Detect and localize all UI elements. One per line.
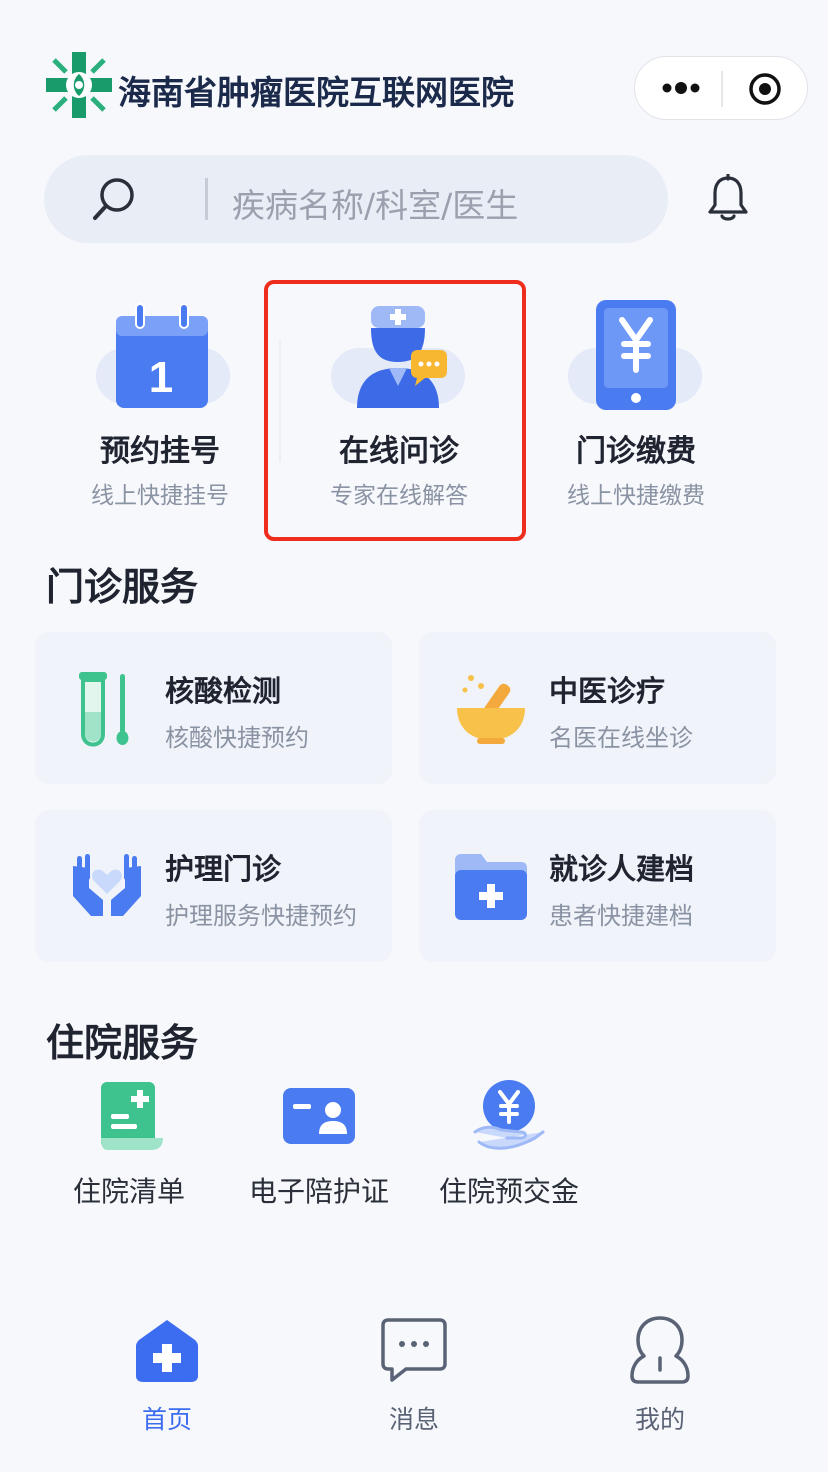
service-card-subtitle: 护理服务快捷预约 (165, 902, 357, 930)
section-title-outpatient: 门诊服务 (46, 565, 199, 609)
tab-label: 消息 (388, 1405, 439, 1434)
capsule-divider (721, 71, 723, 107)
hospital-logo-icon (46, 52, 112, 118)
tab-messages[interactable]: 消息 (334, 1310, 494, 1440)
more-icon[interactable] (661, 73, 701, 103)
home-icon (136, 1320, 198, 1382)
search-divider (205, 178, 208, 220)
quick-entry-register[interactable]: 1 预约挂号 线上快捷挂号 (60, 290, 260, 520)
inpatient-item-list[interactable]: 住院清单 (34, 1070, 224, 1210)
inpatient-item-escort-card[interactable]: 电子陪护证 (224, 1070, 414, 1210)
mortar-icon (457, 675, 525, 744)
message-icon (381, 1318, 447, 1382)
list-scroll-icon (101, 1082, 163, 1150)
bell-icon[interactable] (706, 174, 750, 224)
quick-entry-payment[interactable]: 门诊缴费 线上快捷缴费 (536, 290, 736, 520)
tab-profile[interactable]: 我的 (580, 1310, 740, 1440)
folder-plus-icon (455, 854, 527, 920)
app-title: 海南省肿瘤医院互联网医院 (118, 73, 514, 112)
yuan-phone-icon (568, 300, 702, 410)
yuan-hand-icon (473, 1080, 545, 1150)
close-miniprogram-icon[interactable] (747, 71, 783, 107)
test-tube-icon (79, 672, 129, 747)
care-hands-icon (73, 854, 141, 916)
inpatient-item-deposit[interactable]: 住院预交金 (414, 1070, 604, 1210)
svg-text:1: 1 (149, 353, 173, 402)
service-card-subtitle: 核酸快捷预约 (165, 724, 309, 752)
search-icon (93, 178, 134, 220)
inpatient-item-label: 住院预交金 (438, 1175, 579, 1208)
calendar-icon: 1 (96, 303, 230, 408)
user-icon (630, 1316, 690, 1384)
service-card-title: 核酸检测 (165, 674, 282, 708)
quick-entry-title: 门诊缴费 (576, 434, 696, 469)
miniprogram-capsule (634, 56, 808, 120)
service-card-title: 就诊人建档 (549, 852, 695, 886)
tab-label: 首页 (141, 1405, 192, 1434)
service-card-nursing[interactable]: 护理门诊 护理服务快捷预约 (35, 810, 392, 962)
service-card-subtitle: 名医在线坐诊 (549, 724, 693, 752)
quick-entry-subtitle: 线上快捷挂号 (91, 483, 229, 509)
id-card-icon (283, 1088, 355, 1144)
service-card-tcm[interactable]: 中医诊疗 名医在线坐诊 (419, 632, 776, 784)
search-input[interactable]: 疾病名称/科室/医生 (232, 179, 518, 227)
inpatient-item-label: 住院清单 (72, 1175, 185, 1208)
service-card-title: 中医诊疗 (549, 674, 666, 708)
quick-entry-title: 预约挂号 (100, 434, 220, 469)
section-title-inpatient: 住院服务 (46, 1021, 199, 1065)
service-card-patient-record[interactable]: 就诊人建档 患者快捷建档 (419, 810, 776, 962)
search-bar[interactable]: 疾病名称/科室/医生 (44, 155, 668, 243)
service-card-nucleic-test[interactable]: 核酸检测 核酸快捷预约 (35, 632, 392, 784)
tab-home[interactable]: 首页 (87, 1310, 247, 1440)
service-card-subtitle: 患者快捷建档 (549, 902, 693, 930)
inpatient-item-label: 电子陪护证 (248, 1175, 389, 1208)
highlight-box (264, 280, 526, 541)
quick-entry-subtitle: 线上快捷缴费 (567, 483, 705, 509)
service-card-title: 护理门诊 (165, 852, 282, 886)
tab-label: 我的 (634, 1405, 685, 1434)
